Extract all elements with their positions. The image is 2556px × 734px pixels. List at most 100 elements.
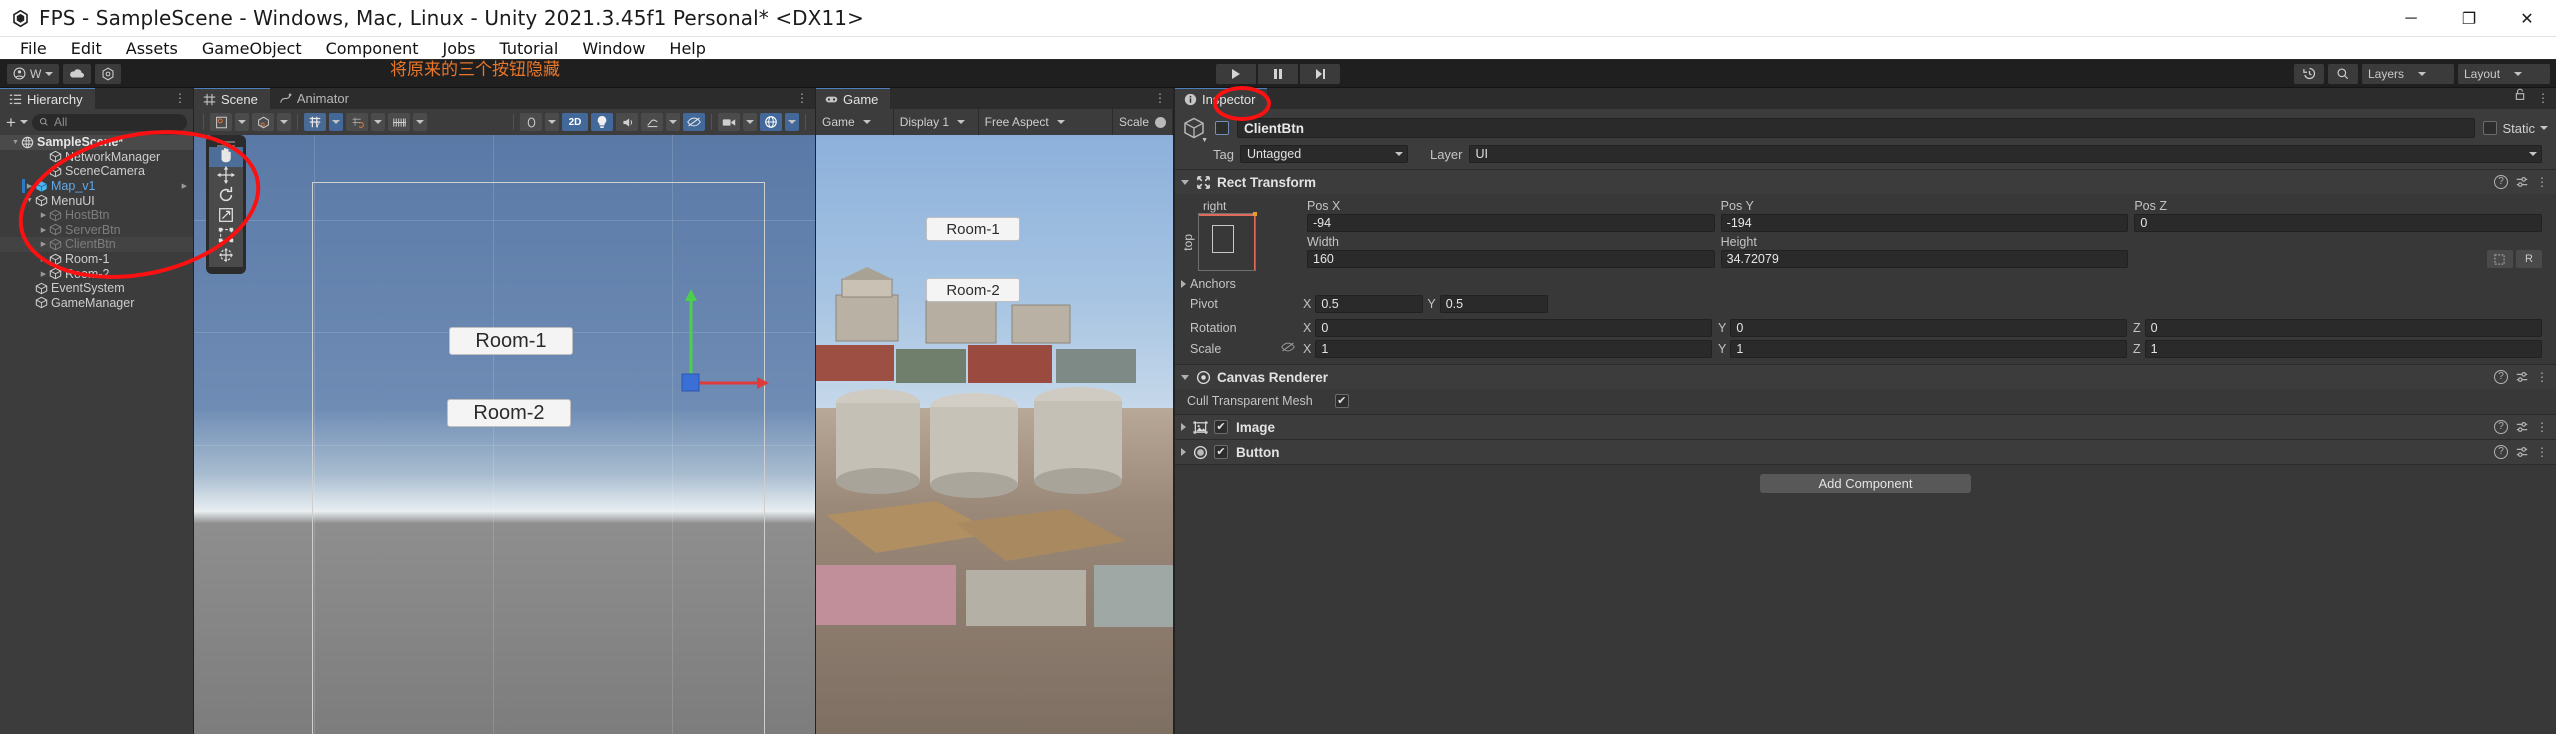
width-input[interactable]: 160 (1307, 250, 1715, 268)
pos-z-input[interactable]: 0 (2134, 214, 2542, 232)
rect-transform-header[interactable]: Rect Transform ? ⋮ (1175, 170, 2556, 194)
chevron-right-icon[interactable]: ▶ (38, 211, 49, 219)
hierarchy-item-eventsystem[interactable]: EventSystem (0, 281, 193, 296)
pivot-x-input[interactable]: 0.5 (1315, 295, 1424, 313)
kebab-menu-icon[interactable]: ⋮ (2536, 446, 2548, 458)
help-icon[interactable]: ? (2494, 420, 2508, 434)
account-button[interactable]: W (7, 63, 60, 84)
inspector-panel-menu[interactable]: ⋮ (2537, 91, 2550, 105)
hierarchy-item-clientbtn[interactable]: ▶ ClientBtn (0, 237, 193, 252)
hierarchy-item-networkmanager[interactable]: NetworkManager (0, 150, 193, 165)
tab-hierarchy[interactable]: Hierarchy (0, 88, 95, 109)
hand-tool-button[interactable] (209, 147, 243, 167)
chevron-down-icon[interactable] (1181, 179, 1189, 185)
hierarchy-item-menuui[interactable]: ▼ MenuUI (0, 193, 193, 208)
help-icon[interactable]: ? (2494, 445, 2508, 459)
game-aspect-dropdown[interactable]: Free Aspect (979, 109, 1113, 135)
scene-panel-menu[interactable]: ⋮ (796, 91, 809, 105)
game-viewport[interactable]: Room-1 Room-2 (816, 135, 1173, 734)
gizmos-dropdown[interactable] (785, 113, 799, 131)
pivot-y-input[interactable]: 0.5 (1439, 295, 1548, 313)
snap-button[interactable] (346, 113, 368, 131)
view-options-button[interactable] (520, 113, 542, 131)
scale-y-input[interactable]: 1 (1730, 340, 2127, 358)
palette-drag-handle[interactable] (217, 141, 235, 143)
shading-dropdown[interactable] (277, 113, 291, 131)
chevron-right-icon[interactable]: ▶ (24, 182, 35, 190)
scene-room2-button[interactable]: Room-2 (447, 399, 571, 427)
fx-toggle-button[interactable] (641, 113, 663, 131)
chevron-right-icon[interactable]: ▶ (38, 240, 49, 248)
grid-size-button[interactable] (388, 113, 410, 131)
kebab-menu-icon[interactable]: ⋮ (2536, 371, 2548, 383)
image-enabled-checkbox[interactable]: ✔ (1214, 420, 1228, 434)
scale-tool-button[interactable] (209, 207, 243, 227)
scene-room1-button[interactable]: Room-1 (449, 327, 573, 355)
game-panel-menu[interactable]: ⋮ (1154, 91, 1167, 105)
tab-inspector[interactable]: Inspector (1175, 88, 1268, 109)
chevron-down-icon[interactable]: ▼ (10, 139, 21, 146)
raw-edit-button[interactable]: R (2515, 250, 2542, 268)
kebab-menu-icon[interactable]: ⋮ (2536, 176, 2548, 188)
chevron-down-icon[interactable] (19, 120, 28, 124)
chevron-down-icon[interactable]: ▼ (24, 197, 35, 204)
game-display-dropdown[interactable]: Display 1 (894, 109, 979, 135)
hierarchy-item-samplescene[interactable]: ▼ SampleScene* (0, 135, 193, 150)
static-checkbox[interactable] (2483, 121, 2498, 135)
cull-transparent-mesh-checkbox[interactable]: ✔ (1334, 394, 1349, 408)
tab-animator[interactable]: Animator (269, 88, 361, 109)
gameobject-enabled-checkbox[interactable] (1215, 121, 1229, 135)
draw-mode-button[interactable] (210, 113, 232, 131)
hierarchy-panel-menu[interactable]: ⋮ (174, 91, 187, 105)
chevron-down-icon[interactable] (1181, 374, 1189, 380)
button-enabled-checkbox[interactable]: ✔ (1214, 445, 1228, 459)
menu-item-help[interactable]: Help (657, 37, 717, 60)
hierarchy-tree[interactable]: ▼ SampleScene* NetworkManager SceneCamer… (0, 135, 193, 734)
unity-services-button[interactable] (95, 63, 122, 84)
rotate-tool-button[interactable] (209, 186, 243, 207)
hierarchy-item-serverbtn[interactable]: ▶ ServerBtn (0, 223, 193, 238)
chevron-right-icon[interactable]: ▶ (38, 270, 49, 278)
pos-x-input[interactable]: -94 (1307, 214, 1715, 232)
audio-toggle-button[interactable] (616, 113, 638, 131)
height-input[interactable]: 34.72079 (1720, 250, 2129, 268)
hierarchy-search-input[interactable]: All (31, 113, 187, 131)
image-header[interactable]: ✔ Image ? ⋮ (1175, 415, 2556, 439)
draw-mode-dropdown[interactable] (235, 113, 249, 131)
minimize-button[interactable]: ─ (2382, 0, 2440, 37)
lighting-toggle-button[interactable] (591, 113, 613, 131)
hidden-objects-button[interactable] (683, 113, 705, 131)
scene-camera-dropdown[interactable] (743, 113, 757, 131)
hierarchy-item-gamemanager[interactable]: GameManager (0, 296, 193, 311)
constrain-proportions-icon[interactable] (1281, 340, 1295, 358)
undo-history-button[interactable] (2294, 63, 2324, 84)
snap-dropdown[interactable] (371, 113, 385, 131)
toggle-2d-button[interactable]: 2D (562, 113, 588, 131)
chevron-right-icon[interactable]: ▶ (38, 226, 49, 234)
scene-tool-palette[interactable] (206, 135, 246, 274)
grid-size-dropdown[interactable] (413, 113, 427, 131)
menu-item-window[interactable]: Window (570, 37, 657, 60)
close-button[interactable]: ✕ (2498, 0, 2556, 37)
menu-item-assets[interactable]: Assets (114, 37, 190, 60)
play-button[interactable] (1216, 63, 1256, 84)
game-scale-slider[interactable]: Scale (1113, 109, 1173, 135)
scale-slider-handle[interactable] (1155, 116, 1166, 128)
help-icon[interactable]: ? (2494, 370, 2508, 384)
scale-z-input[interactable]: 1 (2144, 340, 2542, 358)
chevron-right-icon[interactable]: ▶ (38, 255, 49, 263)
game-target-dropdown[interactable]: Game (816, 109, 894, 135)
gameobject-name-input[interactable]: ClientBtn (1237, 118, 2476, 138)
add-component-button[interactable]: Add Component (1760, 474, 1971, 493)
rotation-y-input[interactable]: 0 (1730, 319, 2127, 337)
rotation-z-input[interactable]: 0 (2144, 319, 2542, 337)
chevron-right-icon[interactable]: ▶ (182, 182, 187, 190)
shading-button[interactable] (252, 113, 274, 131)
game-room2-button[interactable]: Room-2 (926, 278, 1020, 302)
chevron-down-icon[interactable] (2540, 126, 2548, 130)
button-header[interactable]: ✔ Button ? ⋮ (1175, 440, 2556, 464)
help-icon[interactable]: ? (2494, 175, 2508, 189)
cloud-button[interactable] (63, 63, 92, 84)
inspector-lock-button[interactable] (2514, 88, 2526, 106)
layout-dropdown[interactable]: Layout (2458, 63, 2550, 84)
